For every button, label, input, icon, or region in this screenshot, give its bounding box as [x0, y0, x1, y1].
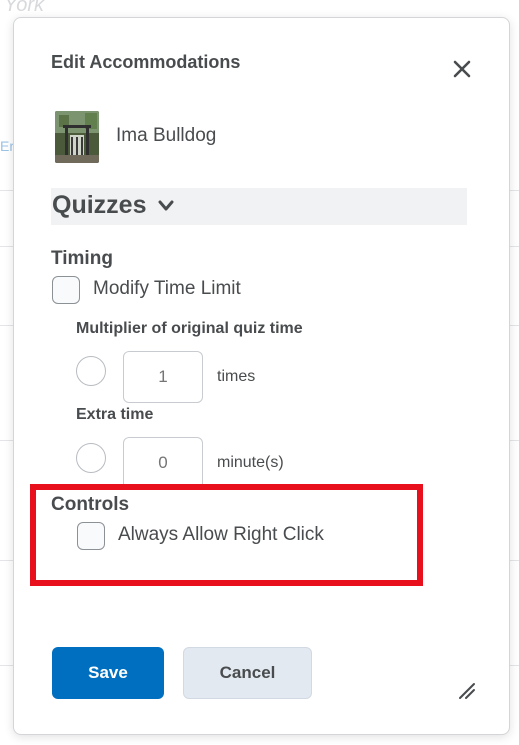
edit-accommodations-dialog: Edit Accommodations Ima Bulldog Quizzes: [13, 17, 510, 735]
always-allow-right-click-label[interactable]: Always Allow Right Click: [118, 524, 324, 546]
extra-time-input[interactable]: [123, 437, 203, 489]
resize-handle-icon[interactable]: [457, 681, 477, 701]
user-name: Ima Bulldog: [116, 125, 217, 146]
quizzes-section-toggle[interactable]: Quizzes: [51, 188, 467, 225]
extra-time-radio[interactable]: [76, 443, 106, 473]
controls-heading: Controls: [51, 494, 130, 515]
background-link: Er: [0, 138, 14, 154]
timing-heading: Timing: [51, 248, 113, 269]
chevron-down-icon: [158, 200, 174, 211]
extra-time-label: Extra time: [76, 406, 154, 423]
multiplier-input[interactable]: [123, 351, 203, 403]
modify-time-limit-label[interactable]: Modify Time Limit: [93, 278, 241, 300]
always-allow-right-click-checkbox[interactable]: [77, 522, 105, 550]
save-button[interactable]: Save: [52, 647, 164, 699]
section-title: Quizzes: [52, 191, 147, 219]
cancel-button[interactable]: Cancel: [183, 647, 312, 699]
dialog-title: Edit Accommodations: [51, 52, 241, 72]
multiplier-label: Multiplier of original quiz time: [76, 320, 303, 337]
multiplier-unit: times: [217, 368, 256, 385]
close-button[interactable]: [450, 57, 474, 81]
user-avatar: [55, 111, 99, 163]
modify-time-limit-checkbox[interactable]: [52, 276, 80, 304]
close-icon: [453, 60, 471, 78]
multiplier-radio[interactable]: [76, 356, 106, 386]
background-heading: York: [4, 0, 45, 16]
extra-time-unit: minute(s): [217, 454, 284, 471]
